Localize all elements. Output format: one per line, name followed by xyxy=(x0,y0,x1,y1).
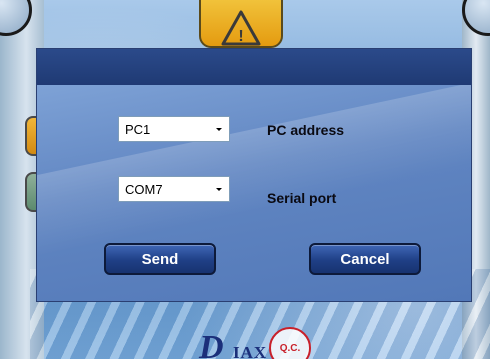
pc-address-label: PC address xyxy=(267,122,345,138)
chevron-down-icon xyxy=(215,187,222,191)
diax-logo: D IAX Q.C. xyxy=(185,325,325,359)
pc-address-value: PC1 xyxy=(125,122,151,137)
dialog-titlebar[interactable] xyxy=(37,49,471,85)
warning-tile[interactable]: ! xyxy=(199,0,283,48)
communication-dialog: PC1 PC address COM7 Serial port Send Can… xyxy=(36,48,472,302)
serial-port-dropdown-button[interactable] xyxy=(209,178,228,200)
serial-port-label: Serial port xyxy=(267,190,337,206)
dialog-sheen xyxy=(37,85,471,263)
logo-letter: D xyxy=(199,329,224,359)
cancel-button[interactable]: Cancel xyxy=(309,243,421,275)
pc-address-select[interactable]: PC1 xyxy=(118,116,230,142)
dialog-body: PC1 PC address COM7 Serial port Send Can… xyxy=(37,85,471,301)
chevron-down-icon xyxy=(215,127,222,131)
logo-text: IAX xyxy=(233,343,268,359)
warning-icon: ! xyxy=(221,10,261,46)
qc-seal-icon: Q.C. xyxy=(269,327,311,359)
serial-port-value: COM7 xyxy=(125,182,163,197)
seal-text: Q.C. xyxy=(279,342,301,354)
pc-address-dropdown-button[interactable] xyxy=(209,118,228,140)
warning-glyph: ! xyxy=(238,28,243,45)
send-button[interactable]: Send xyxy=(104,243,216,275)
serial-port-select[interactable]: COM7 xyxy=(118,176,230,202)
